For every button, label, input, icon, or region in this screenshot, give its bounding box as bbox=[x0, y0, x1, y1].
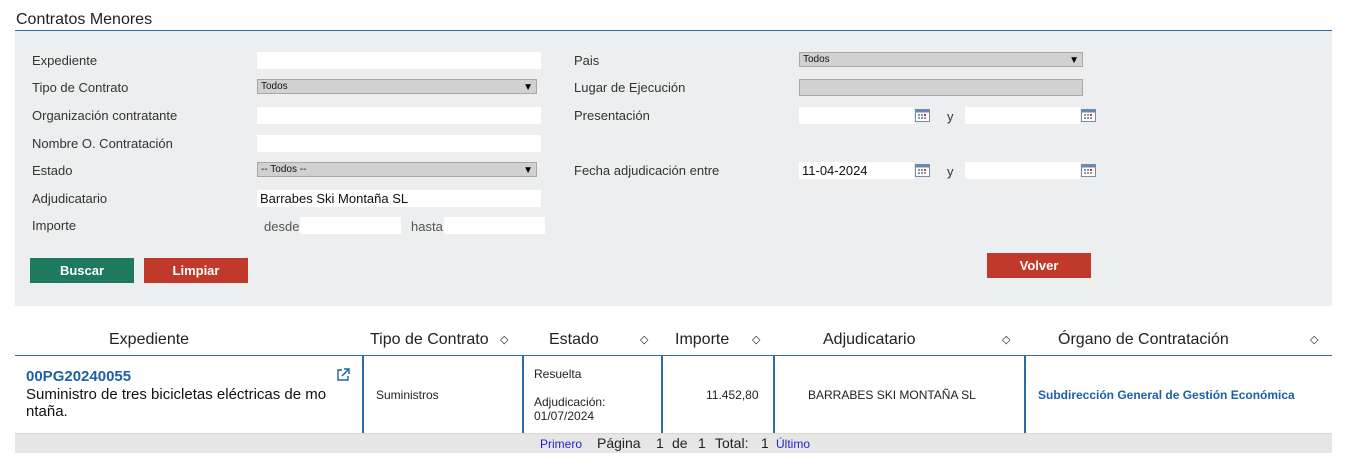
nombre-contratacion-label: Nombre O. Contratación bbox=[32, 136, 173, 151]
table-header-divider bbox=[15, 355, 1332, 356]
column-divider bbox=[522, 356, 524, 434]
limpiar-button[interactable]: Limpiar bbox=[144, 258, 248, 283]
fecha-adjudicacion-hasta-input[interactable] bbox=[965, 162, 1080, 179]
col-header-adjudicatario[interactable]: Adjudicatario bbox=[823, 331, 916, 349]
estado-value: -- Todos -- bbox=[261, 164, 307, 175]
adjudicatario-label: Adjudicatario bbox=[32, 191, 108, 206]
fecha-adjudicacion-desde-input[interactable] bbox=[799, 162, 914, 179]
expediente-input[interactable] bbox=[257, 52, 541, 69]
adjudicatario-input[interactable] bbox=[257, 190, 541, 207]
adjudicacion-label: Adjudicación: bbox=[534, 395, 606, 409]
pager-page-label: Página bbox=[597, 435, 641, 451]
pais-select[interactable]: Todos ▼ bbox=[799, 52, 1083, 67]
sort-icon[interactable]: ◇ bbox=[500, 333, 508, 346]
pager-total-count: 1 bbox=[761, 435, 769, 451]
pager-first-link[interactable]: Primero bbox=[540, 437, 582, 451]
calendar-icon[interactable] bbox=[915, 164, 930, 177]
tipo-contrato-label: Tipo de Contrato bbox=[32, 80, 129, 95]
chevron-down-icon: ▼ bbox=[523, 165, 533, 176]
presentacion-desde-input[interactable] bbox=[799, 107, 914, 124]
column-divider bbox=[362, 356, 364, 434]
importe-label: Importe bbox=[32, 218, 77, 233]
importe-hasta-input[interactable] bbox=[444, 217, 545, 234]
organizacion-label: Organización contratante bbox=[32, 108, 178, 123]
sort-icon[interactable]: ◇ bbox=[1002, 333, 1010, 346]
desde-label: desde bbox=[264, 219, 300, 234]
page-title: Contratos Menores bbox=[16, 11, 153, 28]
organizacion-input[interactable] bbox=[257, 107, 541, 124]
sort-icon[interactable]: ◇ bbox=[752, 333, 760, 346]
col-header-organo[interactable]: Órgano de Contratación bbox=[1058, 331, 1229, 349]
organo-link[interactable]: Subdirección General de Gestión Económic… bbox=[1038, 388, 1295, 402]
external-link-icon[interactable] bbox=[336, 368, 350, 382]
pager-total-label: Total: bbox=[715, 435, 749, 451]
presentacion-y-label: y bbox=[947, 109, 954, 124]
pagination-bar: Primero Página 1 de 1 Total: 1 Último bbox=[15, 434, 1332, 453]
fecha-y-label: y bbox=[947, 164, 954, 179]
adjudicacion-fecha: 01/07/2024 bbox=[534, 409, 595, 423]
expediente-link[interactable]: 00PG20240055 bbox=[26, 368, 131, 385]
tipo-contrato-select[interactable]: Todos ▼ bbox=[257, 79, 537, 94]
nombre-contratacion-input[interactable] bbox=[257, 135, 541, 152]
hasta-label: hasta bbox=[411, 219, 443, 234]
chevron-down-icon: ▼ bbox=[523, 82, 533, 93]
col-header-tipo[interactable]: Tipo de Contrato bbox=[370, 331, 489, 349]
pager-last-link[interactable]: Último bbox=[776, 437, 810, 451]
column-divider bbox=[661, 356, 663, 434]
importe-cell: 11.452,80 bbox=[706, 388, 759, 402]
estado-cell: Resuelta bbox=[534, 367, 582, 381]
tipo-cell: Suministros bbox=[376, 388, 439, 402]
pager-de-label: de bbox=[672, 435, 688, 451]
sort-icon[interactable]: ◇ bbox=[1310, 333, 1318, 346]
calendar-icon[interactable] bbox=[1081, 164, 1096, 177]
pais-label: Pais bbox=[574, 53, 600, 68]
presentacion-hasta-input[interactable] bbox=[965, 107, 1080, 124]
importe-desde-input[interactable] bbox=[300, 217, 401, 234]
col-header-expediente[interactable]: Expediente bbox=[109, 331, 189, 349]
chevron-down-icon: ▼ bbox=[1069, 55, 1079, 66]
column-divider bbox=[1024, 356, 1026, 434]
fecha-adjudicacion-label: Fecha adjudicación entre bbox=[574, 163, 720, 178]
volver-button[interactable]: Volver bbox=[987, 253, 1091, 278]
lugar-ejecucion-field[interactable] bbox=[799, 79, 1083, 96]
tipo-contrato-value: Todos bbox=[261, 81, 288, 92]
pager-page-number: 1 bbox=[656, 435, 664, 451]
estado-select[interactable]: -- Todos -- ▼ bbox=[257, 162, 537, 177]
pais-value: Todos bbox=[803, 54, 830, 65]
sort-icon[interactable]: ◇ bbox=[640, 333, 648, 346]
col-header-estado[interactable]: Estado bbox=[549, 331, 599, 349]
adjudicatario-cell: BARRABES SKI MONTAÑA SL bbox=[808, 388, 976, 402]
calendar-icon[interactable] bbox=[1081, 109, 1096, 122]
presentacion-label: Presentación bbox=[574, 108, 650, 123]
expediente-label: Expediente bbox=[32, 53, 98, 68]
pager-total-pages: 1 bbox=[698, 435, 706, 451]
column-divider bbox=[773, 356, 775, 434]
estado-label: Estado bbox=[32, 163, 73, 178]
col-header-importe[interactable]: Importe bbox=[675, 331, 729, 349]
expediente-description: Suministro de tres bicicletas eléctricas… bbox=[26, 386, 327, 420]
buscar-button[interactable]: Buscar bbox=[30, 258, 134, 283]
calendar-icon[interactable] bbox=[915, 109, 930, 122]
lugar-ejecucion-label: Lugar de Ejecución bbox=[574, 80, 686, 95]
